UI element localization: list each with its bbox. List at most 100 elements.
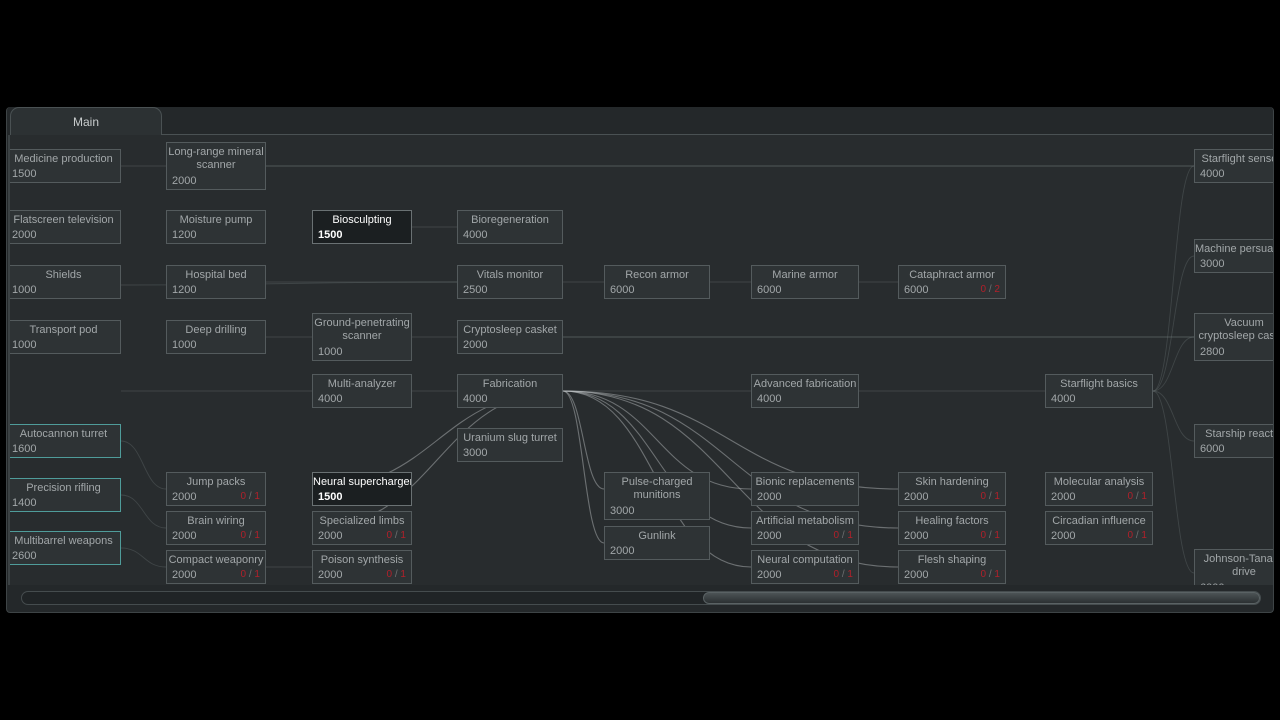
research-node-footer: 1000 [167,339,265,351]
research-node-multi-analyzer[interactable]: Multi-analyzer 4000 [312,374,412,408]
research-node-molecular-analysis[interactable]: Molecular analysis 2000 0 / 1 [1045,472,1153,506]
research-node-footer: 1500 [313,229,411,241]
research-node-footer: 3000 [458,447,562,459]
research-node-biosculpting[interactable]: Biosculpting 1500 [312,210,412,244]
research-node-footer: 3000 [605,505,709,517]
research-node-jump-packs[interactable]: Jump packs 2000 0 / 1 [166,472,266,506]
research-node-progress: 0 / 1 [240,491,260,502]
research-node-footer: 2800 [1195,346,1273,358]
research-node-cost: 4000 [463,393,488,405]
research-node-uranium-slug-turret[interactable]: Uranium slug turret 3000 [457,428,563,462]
research-node-footer: 2000 0 / 1 [899,491,1005,503]
research-node-bionic-replacements[interactable]: Bionic replacements 2000 [751,472,859,506]
research-node-title: Pulse-charged munitions [621,476,693,501]
research-node-cost: 2000 [904,569,929,581]
research-node-poison-synthesis[interactable]: Poison synthesis 2000 0 / 1 [312,550,412,584]
screen: Medicine production 1500 Long-range minera… [0,0,1280,720]
research-node-flesh-shaping[interactable]: Flesh shaping 2000 0 / 1 [898,550,1006,584]
research-node-footer: 2000 0 / 1 [752,530,858,542]
research-node-cost: 4000 [318,393,343,405]
research-node-shields[interactable]: Shields 1000 [10,265,121,299]
research-node-starflight-sensors[interactable]: Starflight sensors 4000 [1194,149,1273,183]
research-node-gunlink[interactable]: Gunlink 2000 [604,526,710,560]
research-node-cost: 2000 [172,175,197,187]
research-node-cost: 1500 [318,229,343,241]
research-node-compact-weaponry[interactable]: Compact weaponry 2000 0 / 1 [166,550,266,584]
research-node-skin-hardening[interactable]: Skin hardening 2000 0 / 1 [898,472,1006,506]
research-node-footer: 2000 [752,491,858,503]
research-node-title: Bionic replacements [755,476,855,488]
research-node-flatscreen-television[interactable]: Flatscreen television 2000 [10,210,121,244]
research-node-multibarrel-weapons[interactable]: Multibarrel weapons 2600 [10,531,121,565]
research-node-advanced-fabrication[interactable]: Advanced fabrication 4000 [751,374,859,408]
research-node-starflight-basics[interactable]: Starflight basics 4000 [1045,374,1153,408]
research-node-title: Fabrication [482,378,538,390]
dependency-edge [1152,390,1195,574]
research-tree-viewport[interactable]: Medicine production 1500 Long-range minera… [8,135,1273,585]
research-node-cost: 2000 [1051,530,1076,542]
research-node-fabrication[interactable]: Fabrication 4000 [457,374,563,408]
research-node-hospital-bed[interactable]: Hospital bed 1200 [166,265,266,299]
research-node-specialized-limbs[interactable]: Specialized limbs 2000 0 / 1 [312,511,412,545]
research-node-deep-drilling[interactable]: Deep drilling 1000 [166,320,266,354]
horizontal-scrollbar-thumb[interactable] [702,592,1260,604]
research-node-footer: 2000 0 / 1 [167,530,265,542]
research-node-ground-penetrating-scanner[interactable]: Ground-penetrating scanner 1000 [312,313,412,361]
research-node-footer: 4000 [752,393,858,405]
research-node-cost: 1500 [12,168,37,180]
research-node-brain-wiring[interactable]: Brain wiring 2000 0 / 1 [166,511,266,545]
research-node-footer: 4000 [1046,393,1152,405]
research-node-neural-supercharger[interactable]: Neural supercharger 1500 [312,472,412,506]
research-node-vacuum-cryptosleep-casket[interactable]: Vacuum cryptosleep casket 2800 [1194,313,1273,361]
research-node-cost: 2000 [757,491,782,503]
research-node-footer: 3000 [1195,258,1273,270]
research-node-title: Specialized limbs [319,515,405,527]
research-node-machine-persuasion[interactable]: Machine persuasion 3000 [1194,239,1273,273]
research-node-title: Long-range mineral scanner [168,146,264,171]
research-node-progress: 0 / 1 [1127,491,1147,502]
research-node-moisture-pump[interactable]: Moisture pump 1200 [166,210,266,244]
research-node-title: Vitals monitor [476,269,544,281]
research-node-transport-pod[interactable]: Transport pod 1000 [10,320,121,354]
research-node-progress: 0 / 1 [386,530,406,541]
research-node-cost: 1000 [12,284,37,296]
research-node-marine-armor[interactable]: Marine armor 6000 [751,265,859,299]
research-node-starship-reactor[interactable]: Starship reactor 6000 [1194,424,1273,458]
research-node-cost: 2000 [757,530,782,542]
research-node-cataphract-armor[interactable]: Cataphract armor 6000 0 / 2 [898,265,1006,299]
research-node-circadian-influence[interactable]: Circadian influence 2000 0 / 1 [1045,511,1153,545]
research-node-footer: 1200 [167,229,265,241]
research-node-cost: 2000 [12,229,37,241]
research-node-vitals-monitor[interactable]: Vitals monitor 2500 [457,265,563,299]
research-node-precision-rifling[interactable]: Precision rifling 1400 [10,478,121,512]
research-node-footer: 2000 0 / 1 [167,569,265,581]
research-node-autocannon-turret[interactable]: Autocannon turret 1600 [10,424,121,458]
research-node-title: Artificial metabolism [756,515,854,527]
research-node-pulse-charged-munitions[interactable]: Pulse-charged munitions 3000 [604,472,710,520]
research-node-title: Healing factors [915,515,989,527]
research-node-cost: 6000 [1200,443,1225,455]
research-node-healing-factors[interactable]: Healing factors 2000 0 / 1 [898,511,1006,545]
research-node-title: Transport pod [29,324,98,336]
research-node-cryptosleep-casket[interactable]: Cryptosleep casket 2000 [457,320,563,354]
research-node-title: Starflight basics [1060,378,1138,390]
research-node-artificial-metabolism[interactable]: Artificial metabolism 2000 0 / 1 [751,511,859,545]
research-node-cost: 6000 [904,284,929,296]
research-node-footer: 1000 [313,346,411,358]
horizontal-scrollbar[interactable] [21,591,1261,605]
research-node-recon-armor[interactable]: Recon armor 6000 [604,265,710,299]
research-node-cost: 2600 [12,550,37,562]
research-node-neural-computation[interactable]: Neural computation 2000 0 / 1 [751,550,859,584]
research-node-bioregeneration[interactable]: Bioregeneration 4000 [457,210,563,244]
research-node-cost: 2500 [463,284,488,296]
research-node-title: Molecular analysis [1053,476,1145,488]
research-node-long-range-mineral-scanner[interactable]: Long-range mineral scanner 2000 [166,142,266,190]
research-node-cost: 1000 [318,346,343,358]
research-node-cost: 4000 [463,229,488,241]
research-node-medicine-production[interactable]: Medicine production 1500 [10,149,121,183]
research-node-footer: 1500 [313,491,411,503]
tab-main[interactable]: Main [10,107,162,135]
research-node-johnson-tanaka-drive[interactable]: Johnson-Tanaka drive 6000 [1194,549,1273,585]
research-node-title: Brain wiring [187,515,245,527]
research-node-footer: 1600 [10,443,120,455]
